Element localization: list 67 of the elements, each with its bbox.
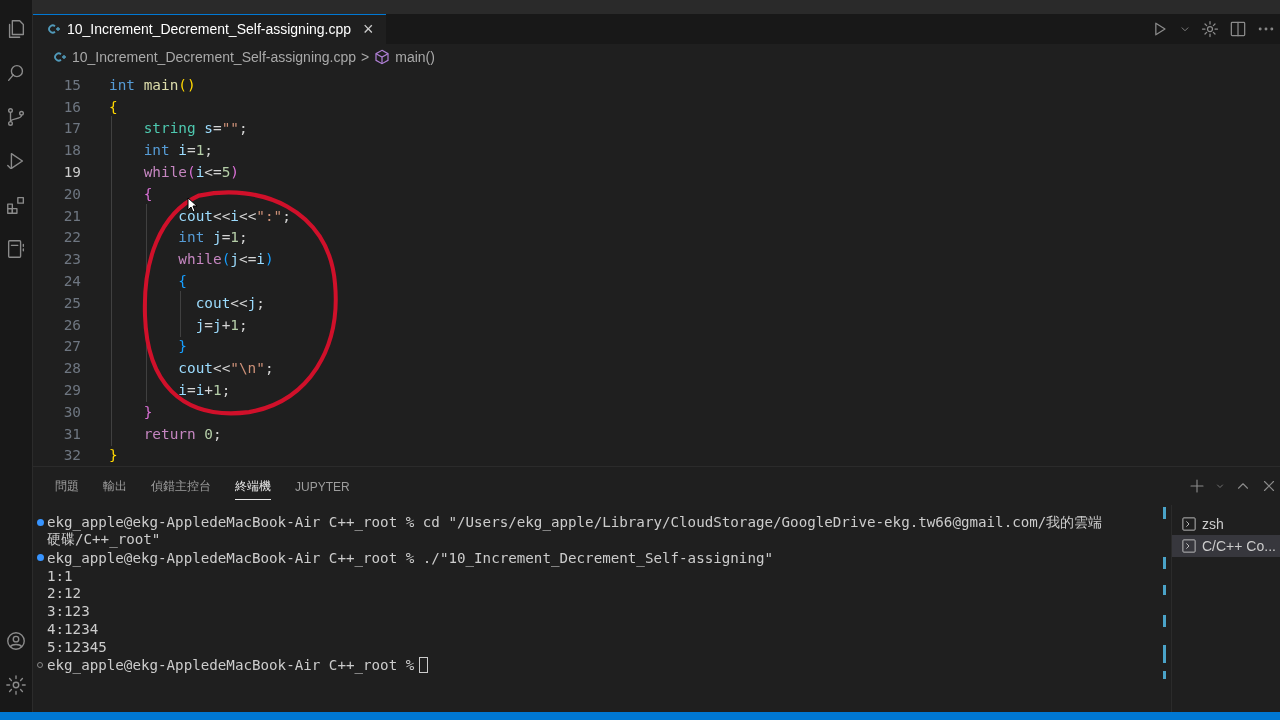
cpp-file-icon bbox=[47, 23, 61, 36]
terminal-icon bbox=[1182, 539, 1196, 554]
code-line: } bbox=[109, 447, 118, 464]
cube-icon bbox=[374, 48, 391, 65]
code-line: cout<<j; bbox=[109, 294, 265, 311]
code-line: int main() bbox=[109, 76, 196, 93]
line-number: 21 bbox=[62, 207, 81, 224]
panel-tab[interactable]: 偵錯主控台 bbox=[151, 472, 211, 501]
line-number: 30 bbox=[62, 403, 81, 420]
line-number: 23 bbox=[62, 251, 81, 268]
settings-icon[interactable] bbox=[1200, 18, 1220, 39]
mouse-pointer-icon bbox=[187, 196, 198, 213]
panel-tab[interactable]: 終端機 bbox=[235, 472, 271, 501]
line-number: 18 bbox=[62, 142, 81, 159]
terminal-list-item[interactable]: zsh bbox=[1172, 513, 1280, 536]
command-status-dot bbox=[36, 554, 44, 562]
breadcrumb-file[interactable]: 10_Increment_Decrement_Self-assigning.cpp bbox=[72, 48, 357, 65]
cpp-file-icon bbox=[53, 50, 67, 63]
code-line: cout<<i<<":"; bbox=[109, 207, 291, 224]
line-number: 19 bbox=[62, 164, 81, 180]
editor-tab[interactable]: 10_Increment_Decrement_Self-assigning.cpp × bbox=[33, 14, 386, 44]
code-line: } bbox=[109, 338, 187, 355]
line-number: 26 bbox=[62, 316, 81, 333]
terminal-line: ekg_apple@ekg-AppledeMacBook-Air C++_root % ./"10_Increment_Decrement_Self-assigning" bbox=[47, 549, 774, 566]
breadcrumb-symbol[interactable]: main() bbox=[395, 48, 435, 65]
terminal-list-item[interactable]: C/C++ Co... bbox=[1172, 535, 1280, 558]
code-line: { bbox=[109, 273, 187, 289]
code-line: int i=1; bbox=[109, 142, 213, 159]
line-number: 28 bbox=[62, 360, 81, 377]
line-number: 20 bbox=[62, 185, 81, 202]
line-number: 29 bbox=[62, 381, 81, 398]
account-icon[interactable] bbox=[5, 630, 27, 652]
notebook-icon[interactable] bbox=[5, 238, 27, 260]
line-number: 32 bbox=[62, 447, 81, 464]
code-line: int j=1; bbox=[109, 229, 248, 246]
terminal-line: 4:1234 bbox=[47, 620, 99, 637]
terminal-line: 3:123 bbox=[47, 603, 90, 620]
code-line: while(j<=i) bbox=[109, 251, 274, 268]
terminal-line: ekg_apple@ekg-AppledeMacBook-Air C++_root % bbox=[47, 656, 415, 673]
code-line: } bbox=[109, 403, 153, 420]
settings-icon[interactable] bbox=[5, 674, 27, 696]
code-line: while(i<=5) bbox=[109, 164, 239, 180]
line-number: 24 bbox=[62, 273, 81, 289]
code-line: { bbox=[109, 185, 153, 202]
terminal-icon bbox=[1182, 517, 1196, 532]
terminal-line: 1:1 bbox=[47, 567, 73, 584]
line-number: 17 bbox=[62, 120, 81, 137]
terminal-line: 硬碟/C++_root" bbox=[47, 531, 161, 550]
line-number: 27 bbox=[62, 338, 81, 355]
panel-tab[interactable]: 輸出 bbox=[103, 472, 127, 501]
breadcrumb-separator: > bbox=[361, 48, 370, 65]
line-number: 22 bbox=[62, 229, 81, 246]
terminal-line: 2:12 bbox=[47, 585, 82, 602]
source-control-icon[interactable] bbox=[5, 106, 27, 128]
code-line: { bbox=[109, 98, 118, 115]
terminal-cursor bbox=[419, 656, 429, 673]
terminal-line: ekg_apple@ekg-AppledeMacBook-Air C++_root % cd "/Users/ekg_apple/Library/CloudStorage/GoogleDrive-ekg.tw66@gmail.com/我的雲端 bbox=[47, 512, 1103, 532]
line-number: 16 bbox=[62, 98, 81, 115]
code-line: cout<<"\n"; bbox=[109, 360, 274, 377]
line-number: 25 bbox=[62, 294, 81, 311]
extensions-icon[interactable] bbox=[5, 194, 27, 216]
panel-tab[interactable]: JUPYTER bbox=[295, 473, 350, 499]
line-number: 15 bbox=[62, 76, 81, 93]
terminal-line: 5:12345 bbox=[47, 638, 107, 655]
command-status-dot bbox=[36, 518, 44, 526]
panel-tab[interactable]: 問題 bbox=[55, 472, 79, 501]
line-number: 31 bbox=[62, 425, 81, 442]
